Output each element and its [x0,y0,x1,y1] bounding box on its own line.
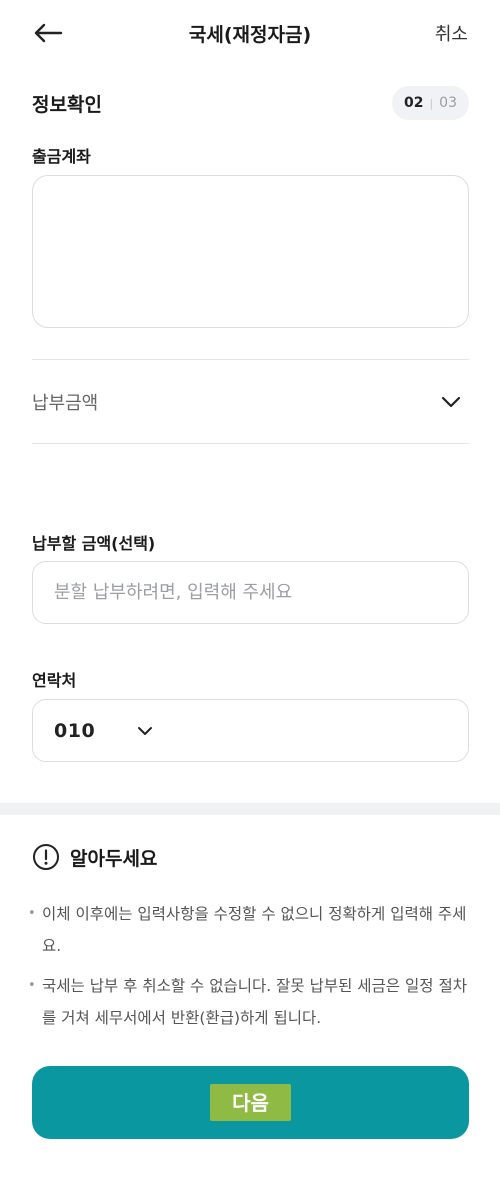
phone-prefix-value: 010 [54,719,96,742]
step-current: 02 [403,95,424,111]
notice-item: 이체 이후에는 입력사항을 수정할 수 없으니 정확하게 입력해 주세요. [28,898,473,962]
phone-prefix-select[interactable]: 010 [54,720,153,742]
section-separator [0,803,500,815]
step-separator: | [429,96,434,110]
divider [32,359,469,360]
notice-item: 국세는 납부 후 취소할 수 없습니다. 잘못 납부된 세금은 일정 절차를 거… [28,970,473,1034]
partial-amount-input[interactable] [54,582,468,603]
contact-label: 연락처 [32,671,77,690]
withdrawal-account-field[interactable] [32,175,469,328]
notice-header: 알아두세요 [32,843,157,871]
partial-amount-box [32,561,469,624]
partial-amount-label: 납부할 금액(선택) [32,534,156,553]
step-indicator: 02 | 03 [391,86,469,120]
section-title: 정보확인 [32,94,102,116]
account-label: 출금계좌 [32,147,91,166]
payment-amount-row[interactable]: 납부금액 [32,361,469,443]
info-circle-icon [32,843,60,871]
chevron-down-icon [137,726,153,736]
divider [32,443,469,444]
next-button[interactable]: 다음 [32,1066,469,1139]
page-title: 국세(재정자금) [188,24,312,46]
notice-title: 알아두세요 [70,847,158,870]
app-header: 국세(재정자금) 취소 [0,0,500,66]
contact-box: 010 [32,699,469,762]
step-total: 03 [439,95,457,111]
cancel-button[interactable]: 취소 [435,20,468,46]
payment-amount-label: 납부금액 [32,393,99,414]
next-button-label: 다음 [210,1084,291,1121]
chevron-down-icon [441,396,461,408]
notice-list: 이체 이후에는 입력사항을 수정할 수 없으니 정확하게 입력해 주세요. 국세… [28,898,473,1042]
